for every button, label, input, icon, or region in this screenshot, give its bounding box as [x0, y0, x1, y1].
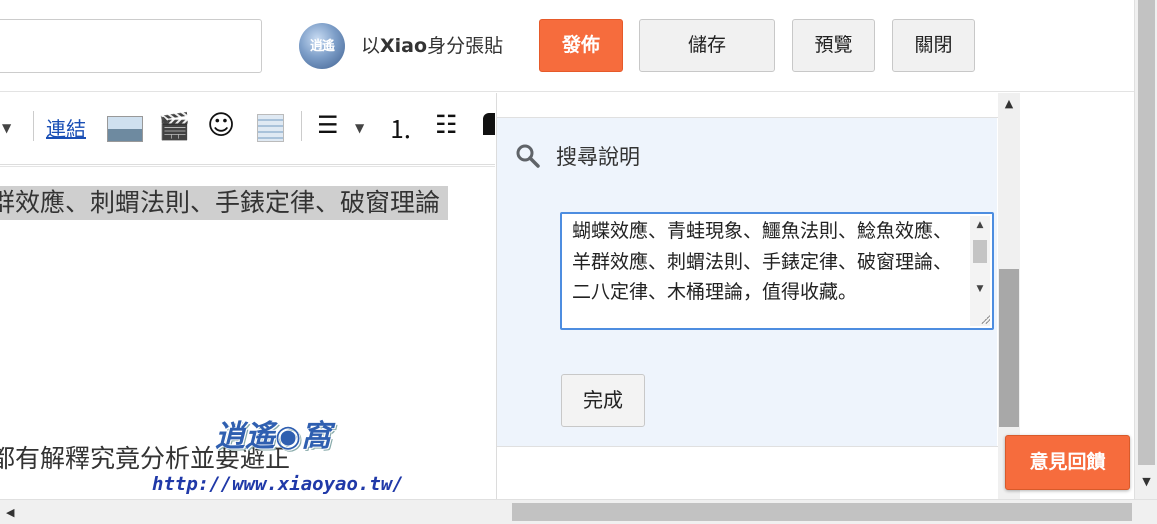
window-vertical-scrollbar[interactable]: ▼ — [1134, 0, 1157, 499]
chevron-down-icon[interactable]: ▼ — [355, 121, 364, 135]
horizontal-scroll-thumb[interactable] — [512, 503, 1132, 521]
feedback-button[interactable]: 意見回饋 — [1005, 435, 1130, 490]
toolbar-divider — [33, 111, 34, 141]
editor-header: 逍遙 以Xiao身分張貼 發佈 儲存 預覽 關閉 — [0, 0, 1134, 92]
preview-button[interactable]: 預覽 — [792, 19, 875, 72]
search-description-text[interactable]: 蝴蝶效應、青蛙現象、鱷魚法則、鯰魚效應、羊群效應、刺蝟法則、手錶定律、破窗理論、… — [572, 216, 962, 308]
post-title-input[interactable] — [0, 19, 262, 73]
scroll-down-icon[interactable]: ▼ — [1135, 475, 1157, 488]
author-label: 以Xiao身分張貼 — [361, 33, 503, 59]
search-description-label: 搜尋說明 — [556, 145, 640, 169]
publish-button[interactable]: 發佈 — [539, 19, 623, 72]
done-button[interactable]: 完成 — [561, 374, 645, 427]
link-button[interactable]: 連結 — [46, 113, 86, 142]
window-horizontal-scrollbar[interactable]: ◀ — [0, 499, 1157, 524]
quote-icon[interactable] — [483, 113, 495, 135]
bullet-list-icon[interactable]: ☷ — [435, 110, 457, 139]
author-name: Xiao — [380, 35, 428, 57]
avatar-logo-icon: 逍遙 — [309, 39, 335, 54]
panel-section-divider — [497, 93, 998, 118]
panel-section-divider — [497, 446, 998, 499]
watermark-logo-icon: 逍遙◉窩 — [215, 419, 332, 454]
insert-image-icon[interactable] — [107, 116, 143, 142]
panel-scroll-thumb[interactable] — [999, 269, 1019, 427]
editor-body[interactable]: 群效應、刺蝟法則、手錶定律、破窗理論 都有解釋究竟分析並要避正 逍遙◉窩 htt… — [0, 166, 495, 499]
close-button[interactable]: 關閉 — [892, 19, 975, 72]
save-button[interactable]: 儲存 — [639, 19, 775, 72]
scroll-down-icon[interactable]: ▼ — [970, 284, 990, 294]
toolbar-divider — [301, 111, 302, 141]
vertical-scroll-thumb[interactable] — [1138, 0, 1155, 465]
insert-video-icon[interactable]: 🎬 — [158, 112, 190, 142]
chevron-down-icon[interactable]: ▼ — [2, 121, 11, 135]
editor-selected-text[interactable]: 群效應、刺蝟法則、手錶定律、破窗理論 — [0, 186, 449, 220]
scroll-left-icon[interactable]: ◀ — [6, 506, 14, 519]
scroll-up-icon[interactable]: ▲ — [970, 220, 990, 230]
search-icon — [516, 144, 540, 168]
search-description-textarea[interactable]: 蝴蝶效應、青蛙現象、鱷魚法則、鯰魚效應、羊群效應、刺蝟法則、手錶定律、破窗理論、… — [560, 212, 994, 330]
resize-handle-icon[interactable] — [980, 314, 990, 324]
author-avatar: 逍遙 — [299, 23, 345, 69]
textarea-scroll-thumb[interactable] — [973, 240, 987, 263]
post-settings-panel: 搜尋說明 蝴蝶效應、青蛙現象、鱷魚法則、鯰魚效應、羊群效應、刺蝟法則、手錶定律、… — [496, 93, 998, 499]
author-prefix: 以 — [361, 35, 381, 57]
insert-jump-break-icon[interactable] — [257, 114, 284, 142]
align-icon[interactable]: ☰ — [317, 111, 339, 139]
watermark-url: http://www.xiaoyao.tw/ — [152, 473, 404, 495]
editor-toolbar: ▼ 連結 🎬 ☺ ☰ ▼ ⒈ ☷ — [0, 93, 495, 165]
scroll-up-icon[interactable]: ▲ — [998, 97, 1020, 110]
insert-emoji-icon[interactable]: ☺ — [207, 110, 235, 141]
ordered-list-icon[interactable]: ⒈ — [388, 110, 413, 146]
textarea-scrollbar[interactable]: ▲ ▼ — [970, 216, 990, 326]
author-suffix: 身分張貼 — [427, 35, 504, 57]
